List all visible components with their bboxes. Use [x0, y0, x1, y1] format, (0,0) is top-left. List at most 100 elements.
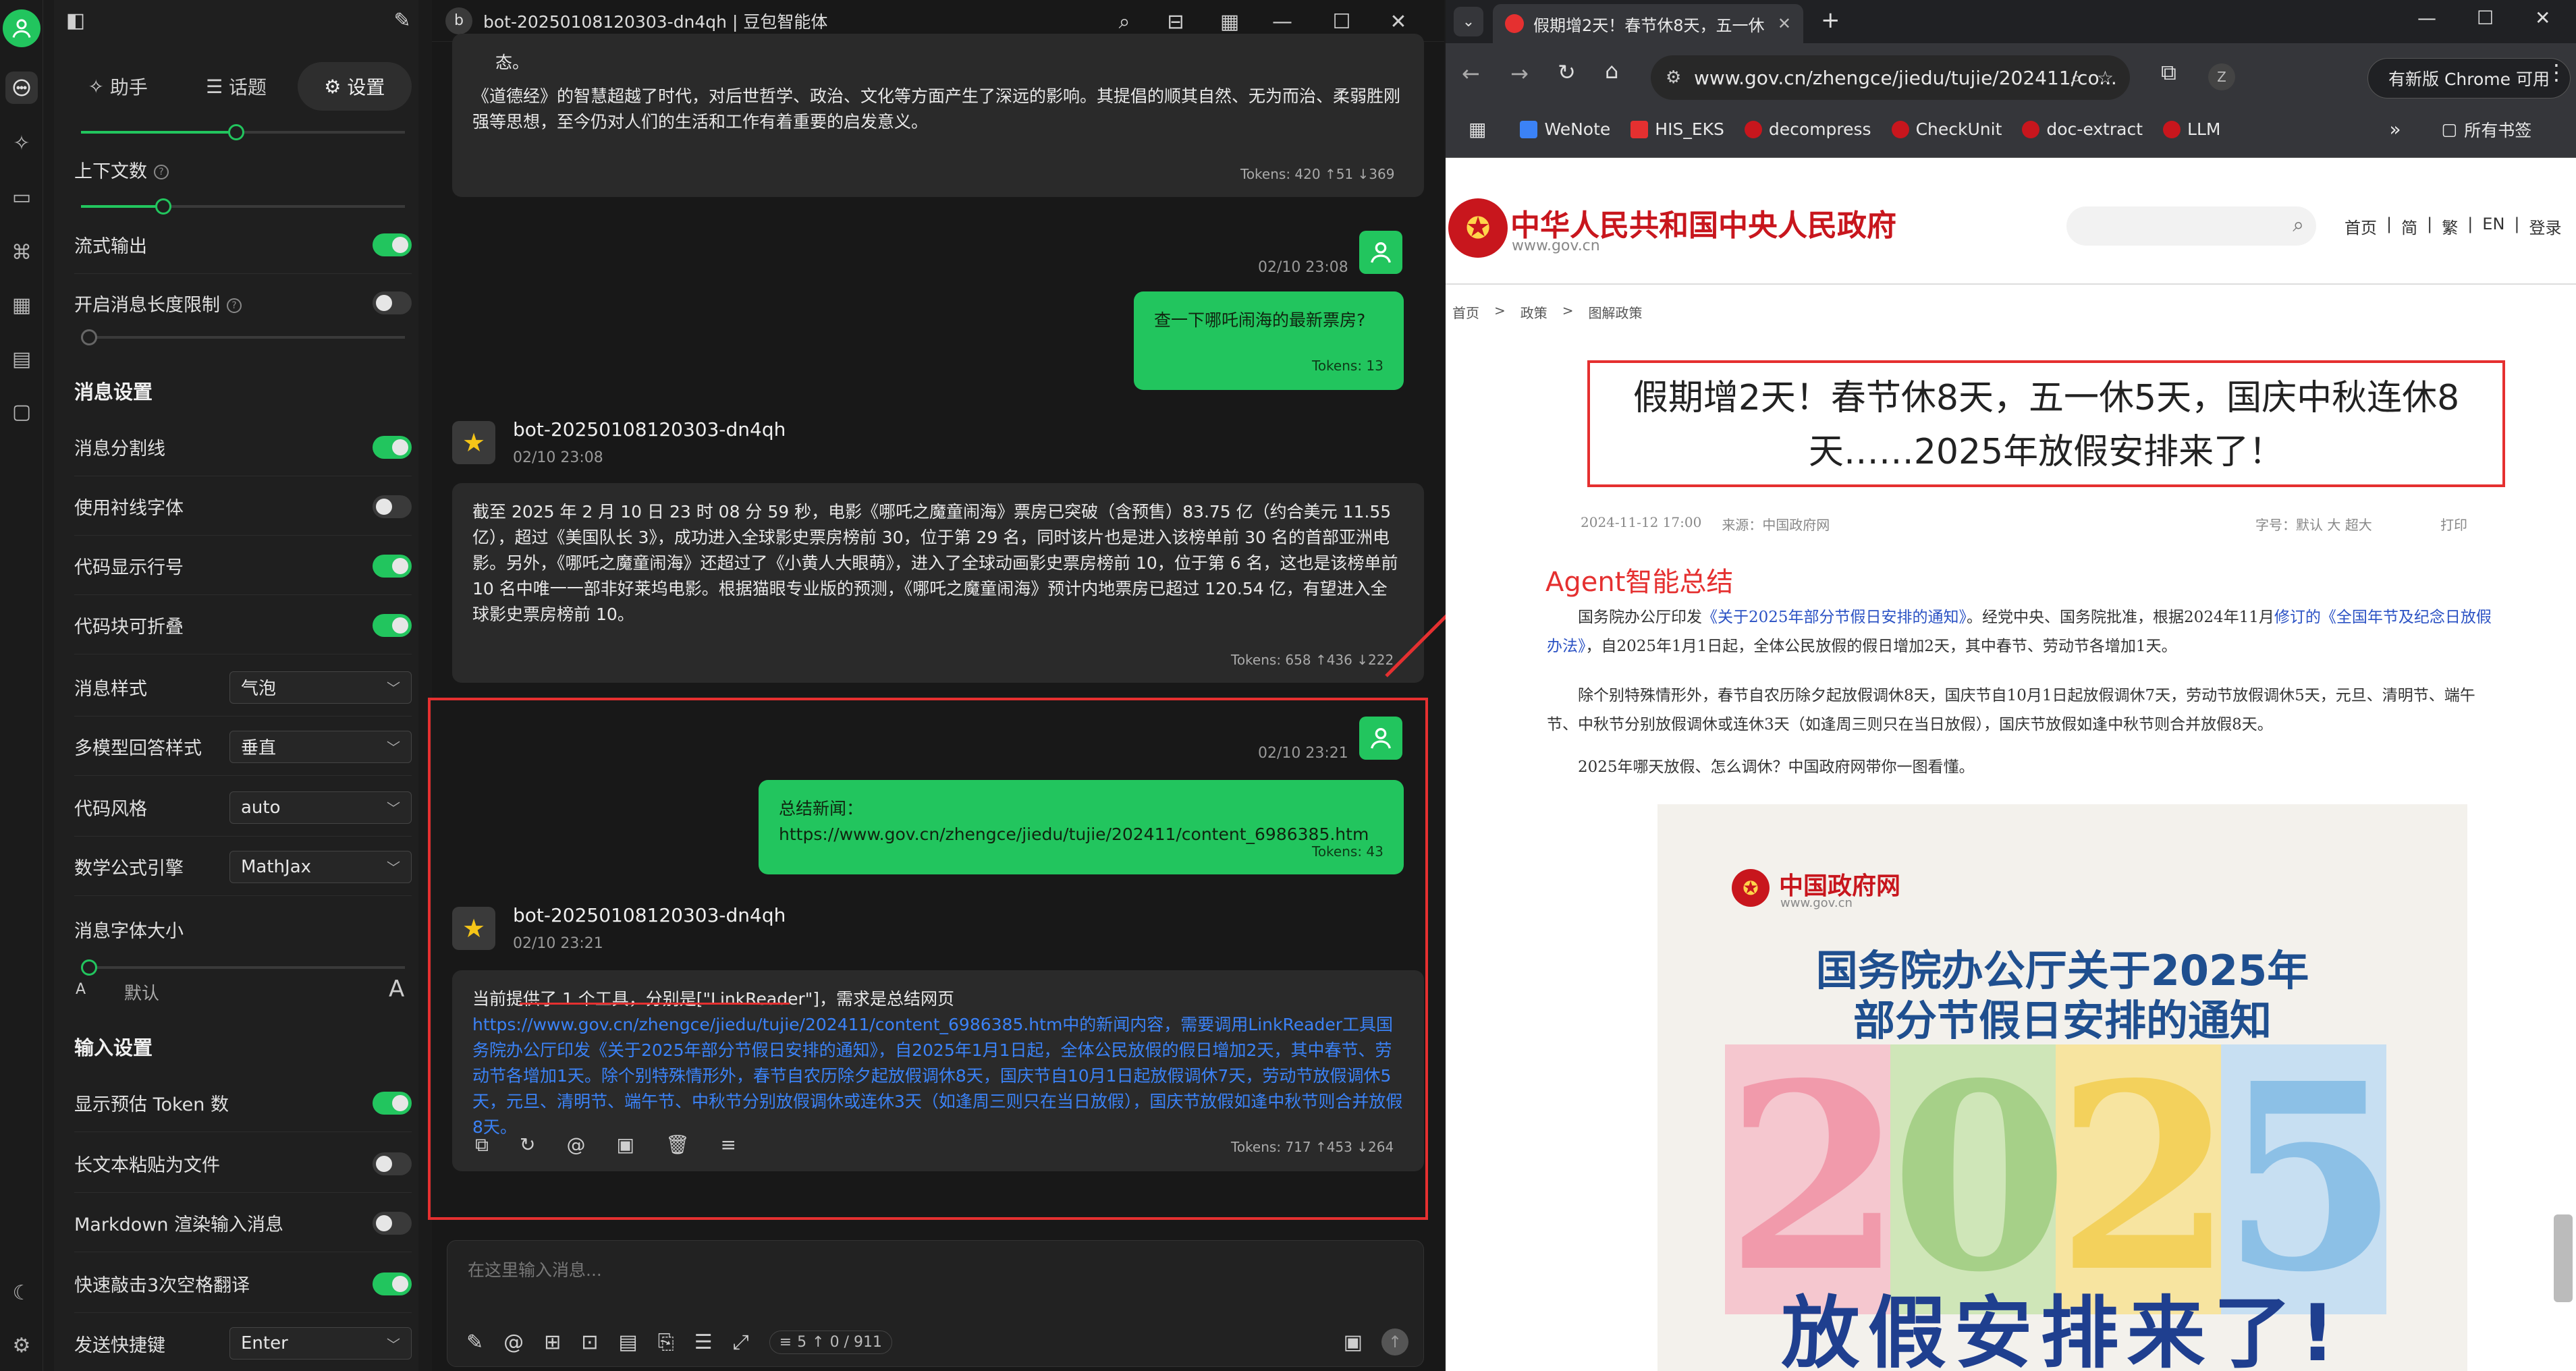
all-bookmarks[interactable]: ▢ 所有书签	[2442, 117, 2532, 142]
new-tab-icon[interactable]: +	[1821, 7, 1840, 34]
help-icon[interactable]: ?	[227, 298, 242, 313]
tab-settings[interactable]: ⚙ 设置	[297, 62, 412, 111]
sidebar-toggle-icon[interactable]: ◧	[61, 5, 90, 35]
notice-link[interactable]: 《关于2025年部分节假日安排的通知》	[1702, 609, 1967, 626]
back-icon[interactable]: ←	[1462, 61, 1480, 86]
page-scrollbar[interactable]	[2554, 1214, 2573, 1302]
attachment-icon[interactable]: ⎘	[658, 1331, 674, 1354]
knowledge-icon[interactable]: ▤	[618, 1331, 637, 1354]
divider-icon[interactable]: ☰	[694, 1331, 713, 1354]
code-fold-toggle[interactable]	[373, 613, 412, 637]
toolbox-icon[interactable]: ⊞	[544, 1331, 561, 1354]
close-icon[interactable]: ✕	[1383, 7, 1413, 36]
image-icon[interactable]: ▭	[5, 181, 38, 213]
maximize-icon[interactable]: ☐	[1327, 7, 1356, 36]
moon-icon[interactable]: ☾	[5, 1277, 38, 1309]
apps-grid-icon[interactable]: ▦	[1215, 7, 1244, 36]
multi-model-select[interactable]: 垂直 ﹀	[229, 730, 412, 763]
help-icon[interactable]: ?	[154, 165, 169, 179]
font-size-slider[interactable]	[81, 959, 405, 976]
zoom-icon[interactable]: ⌕	[2071, 66, 2081, 89]
print-button[interactable]: 打印	[2440, 514, 2467, 534]
nav-traditional[interactable]: 繁	[2442, 215, 2458, 238]
message-input-box[interactable]: 在这里输入消息... ✎ @ ⊞ ⊡ ▤ ⎘ ☰ ⤢ ≡ 5 ↑ 0 / 911	[447, 1240, 1424, 1367]
temperature-slider[interactable]	[81, 124, 405, 140]
expand-icon[interactable]: ⤢	[733, 1331, 749, 1354]
apps-grid-icon[interactable]: ▦	[5, 289, 38, 321]
folder-icon[interactable]: ▢	[5, 395, 38, 428]
web-search-icon[interactable]: ⊡	[581, 1331, 598, 1354]
site-info-icon[interactable]: ⚙	[1666, 67, 1681, 88]
search-icon[interactable]: ⌕	[1109, 7, 1139, 36]
stream-output-toggle[interactable]	[373, 233, 412, 256]
more-menu-icon[interactable]: ⋮	[2546, 59, 2567, 85]
tab-assistant[interactable]: ✧ 助手	[61, 62, 175, 111]
font-size-options[interactable]: 字号：默认 大 超大	[2255, 514, 2372, 534]
forward-icon[interactable]: →	[1510, 61, 1529, 86]
maximize-icon[interactable]: ☐	[2477, 7, 2494, 29]
regenerate-icon[interactable]: ↻	[520, 1134, 535, 1156]
chat-icon[interactable]	[5, 72, 38, 104]
copy-icon[interactable]: ⧉	[475, 1134, 489, 1156]
slider-knob[interactable]	[155, 198, 171, 215]
profile-avatar[interactable]: Z	[2208, 63, 2235, 90]
nav-home[interactable]: 首页	[2345, 215, 2377, 238]
send-shortcut-select[interactable]: Enter ﹀	[229, 1327, 412, 1360]
browser-tab-active[interactable]: 假期增2天！春节休8天，五一休 ✕	[1493, 4, 1803, 43]
message-style-select[interactable]: 气泡 ﹀	[229, 671, 412, 704]
sparkle-icon[interactable]: ✧	[5, 127, 38, 159]
bookmark-item[interactable]: LLM	[2163, 119, 2220, 139]
math-engine-select[interactable]: MathJax ﹀	[229, 850, 412, 883]
serif-font-toggle[interactable]	[373, 495, 412, 518]
knowledge-icon[interactable]: ▤	[5, 343, 38, 375]
slider-knob[interactable]	[228, 124, 244, 140]
mention-icon[interactable]: @	[503, 1331, 524, 1354]
paste-as-file-toggle[interactable]	[373, 1152, 412, 1175]
mention-icon[interactable]: @	[566, 1134, 585, 1156]
chrome-update-button[interactable]: 有新版 Chrome 可用	[2367, 58, 2571, 99]
minimize-icon[interactable]: —	[1267, 7, 1297, 36]
bookmark-item[interactable]: CheckUnit	[1891, 119, 2002, 139]
nav-login[interactable]: 登录	[2529, 215, 2562, 238]
context-slider[interactable]	[81, 198, 405, 215]
image-export-icon[interactable]: ▣	[616, 1134, 634, 1156]
translate-icon[interactable]: ⌘	[5, 236, 38, 269]
token-estimate-toggle[interactable]	[373, 1091, 412, 1115]
minimize-icon[interactable]: —	[2417, 7, 2436, 29]
nav-simplified[interactable]: 简	[2401, 215, 2417, 238]
message-link-text[interactable]: https://www.gov.cn/zhengce/jiedu/tujie/2…	[472, 1012, 1404, 1140]
code-line-number-toggle[interactable]	[373, 554, 412, 578]
reload-icon[interactable]: ↻	[1558, 59, 1576, 85]
layout-icon[interactable]: ⊟	[1161, 7, 1190, 36]
new-chat-icon[interactable]: ✎	[387, 5, 417, 35]
length-limit-toggle[interactable]	[373, 291, 412, 314]
slider-knob[interactable]	[81, 329, 97, 345]
address-bar[interactable]: ⚙ www.gov.cn/zhengce/jiedu/tujie/202411/…	[1651, 55, 2130, 100]
apps-grid-icon[interactable]: ▦	[1469, 118, 1486, 140]
search-icon[interactable]: ⌕	[2293, 213, 2304, 237]
close-tab-icon[interactable]: ✕	[1778, 14, 1791, 33]
home-icon[interactable]: ⌂	[1605, 58, 1618, 84]
space-translate-toggle[interactable]	[373, 1272, 412, 1295]
close-window-icon[interactable]: ✕	[2535, 7, 2550, 29]
delete-icon[interactable]: 🗑	[665, 1134, 690, 1156]
menu-icon[interactable]: ≡	[720, 1134, 736, 1156]
code-style-select[interactable]: auto ﹀	[229, 791, 412, 824]
slider-knob[interactable]	[81, 959, 97, 976]
bookmark-item[interactable]: HIS_EKS	[1630, 119, 1724, 139]
site-search-input[interactable]: ⌕	[2066, 206, 2316, 246]
send-button[interactable]: ↑	[1381, 1328, 1408, 1355]
divider-toggle[interactable]	[373, 435, 412, 459]
length-limit-slider[interactable]	[81, 329, 405, 345]
gear-icon[interactable]: ⚙	[5, 1329, 38, 1362]
tab-list-icon[interactable]: ⌄	[1454, 7, 1483, 36]
image-upload-icon[interactable]: ▣	[1344, 1331, 1363, 1354]
bookmark-item[interactable]: doc-extract	[2022, 119, 2143, 139]
markdown-render-toggle[interactable]	[373, 1211, 412, 1235]
bookmark-item[interactable]: WeNote	[1520, 119, 1610, 139]
extensions-icon[interactable]: ⧉	[2161, 59, 2176, 86]
nav-english[interactable]: EN	[2482, 215, 2504, 238]
bookmark-item[interactable]: decompress	[1744, 119, 1871, 139]
edit-icon[interactable]: ✎	[466, 1331, 483, 1354]
user-avatar[interactable]	[3, 9, 40, 47]
